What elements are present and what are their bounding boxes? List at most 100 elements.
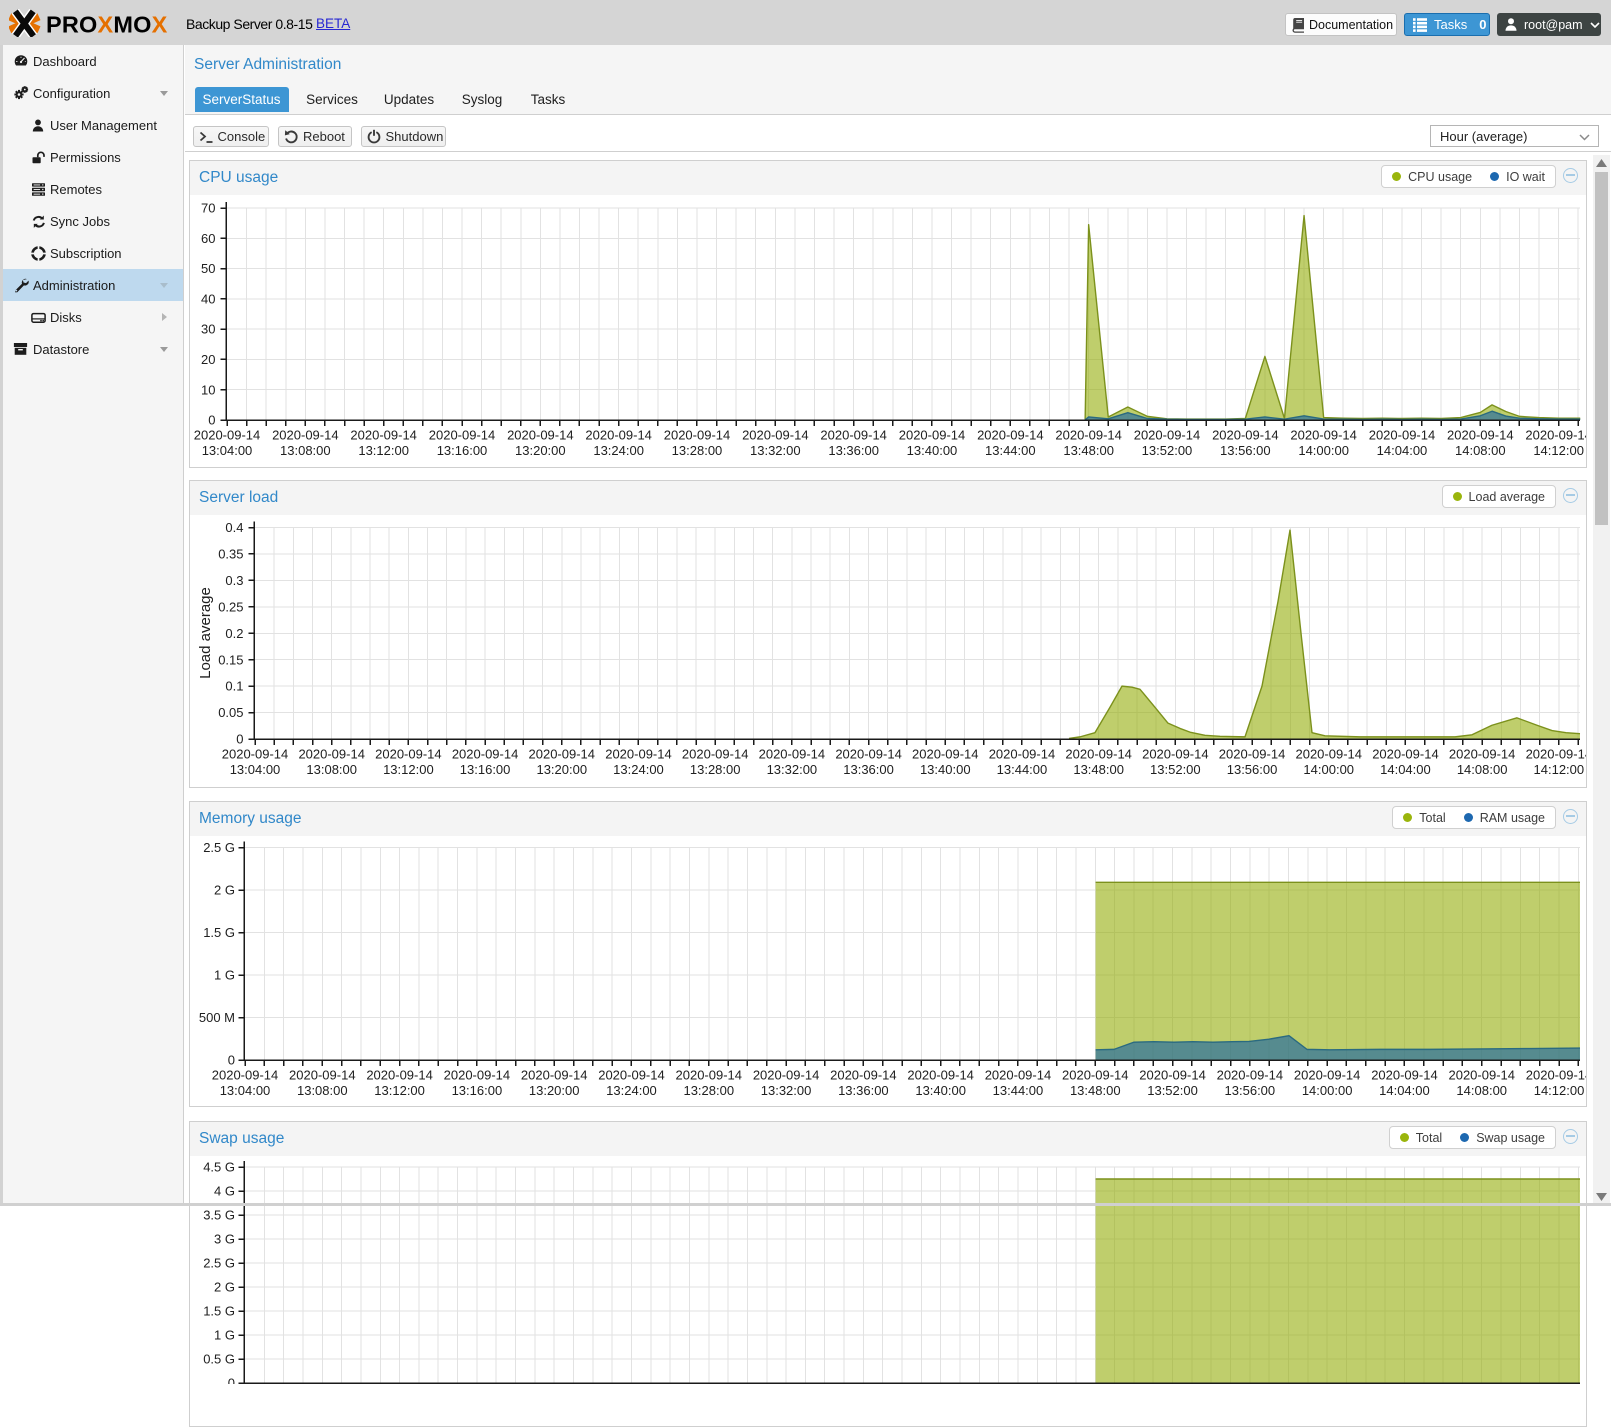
svg-text:14:04:00: 14:04:00	[1377, 443, 1428, 458]
svg-text:13:16:00: 13:16:00	[452, 1083, 503, 1098]
svg-text:13:52:00: 13:52:00	[1150, 762, 1201, 777]
svg-text:2020-09-14: 2020-09-14	[222, 747, 289, 762]
svg-text:13:44:00: 13:44:00	[997, 762, 1048, 777]
svg-text:2020-09-14: 2020-09-14	[1062, 1068, 1129, 1083]
svg-text:14:08:00: 14:08:00	[1455, 443, 1506, 458]
svg-text:13:16:00: 13:16:00	[437, 443, 488, 458]
svg-text:13:28:00: 13:28:00	[683, 1083, 734, 1098]
svg-text:0.25: 0.25	[218, 599, 243, 614]
svg-text:2020-09-14: 2020-09-14	[1139, 1068, 1206, 1083]
svg-text:13:08:00: 13:08:00	[297, 1083, 348, 1098]
svg-text:2020-09-14: 2020-09-14	[598, 1068, 665, 1083]
svg-text:13:32:00: 13:32:00	[750, 443, 801, 458]
svg-text:2020-09-14: 2020-09-14	[605, 747, 672, 762]
svg-text:0.5 G: 0.5 G	[203, 1352, 235, 1367]
svg-text:2020-09-14: 2020-09-14	[1290, 428, 1357, 443]
svg-text:30: 30	[201, 322, 215, 337]
svg-text:13:20:00: 13:20:00	[529, 1083, 580, 1098]
svg-text:2020-09-14: 2020-09-14	[1295, 747, 1362, 762]
svg-text:1.5 G: 1.5 G	[203, 925, 235, 940]
svg-text:13:12:00: 13:12:00	[358, 443, 409, 458]
svg-text:2020-09-14: 2020-09-14	[1219, 747, 1286, 762]
svg-text:2 G: 2 G	[214, 1280, 235, 1295]
svg-text:13:16:00: 13:16:00	[460, 762, 511, 777]
svg-text:0.3: 0.3	[225, 573, 243, 588]
svg-text:60: 60	[201, 231, 215, 246]
svg-text:0: 0	[228, 1053, 235, 1068]
svg-text:4 G: 4 G	[214, 1184, 235, 1199]
svg-text:1 G: 1 G	[214, 1328, 235, 1343]
svg-text:13:08:00: 13:08:00	[280, 443, 331, 458]
svg-text:2020-09-14: 2020-09-14	[1065, 747, 1132, 762]
svg-text:13:04:00: 13:04:00	[230, 762, 281, 777]
svg-text:13:48:00: 13:48:00	[1070, 1083, 1121, 1098]
svg-text:13:52:00: 13:52:00	[1142, 443, 1193, 458]
svg-text:500 M: 500 M	[199, 1010, 235, 1025]
svg-text:0.4: 0.4	[225, 520, 243, 535]
svg-text:Load average: Load average	[197, 587, 214, 679]
svg-text:0.05: 0.05	[218, 705, 243, 720]
svg-text:14:00:00: 14:00:00	[1302, 1083, 1353, 1098]
svg-text:2020-09-14: 2020-09-14	[429, 428, 496, 443]
svg-text:13:24:00: 13:24:00	[593, 443, 644, 458]
svg-text:2020-09-14: 2020-09-14	[585, 428, 652, 443]
svg-text:13:12:00: 13:12:00	[383, 762, 434, 777]
svg-text:13:20:00: 13:20:00	[515, 443, 566, 458]
svg-text:3.5 G: 3.5 G	[203, 1208, 235, 1223]
svg-text:2020-09-14: 2020-09-14	[835, 747, 902, 762]
svg-text:2020-09-14: 2020-09-14	[212, 1068, 279, 1083]
svg-text:2020-09-14: 2020-09-14	[375, 747, 442, 762]
svg-text:20: 20	[201, 352, 215, 367]
svg-text:40: 40	[201, 291, 215, 306]
svg-text:2020-09-14: 2020-09-14	[1448, 1068, 1515, 1083]
svg-text:2020-09-14: 2020-09-14	[366, 1068, 433, 1083]
svg-text:2020-09-14: 2020-09-14	[1526, 1068, 1586, 1083]
svg-text:2020-09-14: 2020-09-14	[272, 428, 339, 443]
svg-text:13:20:00: 13:20:00	[536, 762, 587, 777]
svg-text:2020-09-14: 2020-09-14	[985, 1068, 1052, 1083]
svg-text:2020-09-14: 2020-09-14	[989, 747, 1056, 762]
svg-text:2020-09-14: 2020-09-14	[899, 428, 966, 443]
svg-text:14:04:00: 14:04:00	[1379, 1083, 1430, 1098]
svg-text:0.1: 0.1	[225, 679, 243, 694]
svg-text:13:40:00: 13:40:00	[915, 1083, 966, 1098]
svg-text:0.2: 0.2	[225, 626, 243, 641]
svg-text:2020-09-14: 2020-09-14	[682, 747, 749, 762]
svg-text:1 G: 1 G	[214, 968, 235, 983]
svg-text:2020-09-14: 2020-09-14	[529, 747, 596, 762]
svg-text:2020-09-14: 2020-09-14	[1294, 1068, 1361, 1083]
svg-text:70: 70	[201, 201, 215, 216]
svg-text:14:12:00: 14:12:00	[1533, 443, 1584, 458]
svg-text:2020-09-14: 2020-09-14	[1142, 747, 1209, 762]
svg-text:2.5 G: 2.5 G	[203, 1256, 235, 1271]
svg-text:13:36:00: 13:36:00	[843, 762, 894, 777]
svg-text:2020-09-14: 2020-09-14	[521, 1068, 588, 1083]
svg-text:13:12:00: 13:12:00	[374, 1083, 425, 1098]
svg-text:4.5 G: 4.5 G	[203, 1160, 235, 1175]
svg-text:2020-09-14: 2020-09-14	[350, 428, 417, 443]
svg-text:2020-09-14: 2020-09-14	[1447, 428, 1514, 443]
svg-text:2020-09-14: 2020-09-14	[820, 428, 887, 443]
svg-text:2020-09-14: 2020-09-14	[977, 428, 1044, 443]
svg-text:14:12:00: 14:12:00	[1534, 1083, 1585, 1098]
svg-text:2020-09-14: 2020-09-14	[664, 428, 731, 443]
svg-text:3 G: 3 G	[214, 1232, 235, 1247]
svg-text:10: 10	[201, 382, 215, 397]
svg-text:13:32:00: 13:32:00	[767, 762, 818, 777]
svg-text:2020-09-14: 2020-09-14	[742, 428, 809, 443]
svg-text:2020-09-14: 2020-09-14	[289, 1068, 356, 1083]
svg-text:13:32:00: 13:32:00	[761, 1083, 812, 1098]
svg-text:2020-09-14: 2020-09-14	[759, 747, 826, 762]
svg-text:2.5 G: 2.5 G	[203, 840, 235, 855]
svg-text:13:44:00: 13:44:00	[985, 443, 1036, 458]
svg-text:2020-09-14: 2020-09-14	[753, 1068, 820, 1083]
svg-text:13:44:00: 13:44:00	[993, 1083, 1044, 1098]
svg-text:13:48:00: 13:48:00	[1073, 762, 1124, 777]
svg-text:2020-09-14: 2020-09-14	[194, 428, 261, 443]
svg-text:2020-09-14: 2020-09-14	[1055, 428, 1122, 443]
svg-text:14:08:00: 14:08:00	[1456, 1083, 1507, 1098]
svg-text:2020-09-14: 2020-09-14	[830, 1068, 897, 1083]
svg-text:14:12:00: 14:12:00	[1534, 762, 1585, 777]
svg-text:13:04:00: 13:04:00	[220, 1083, 271, 1098]
svg-text:13:56:00: 13:56:00	[1225, 1083, 1276, 1098]
